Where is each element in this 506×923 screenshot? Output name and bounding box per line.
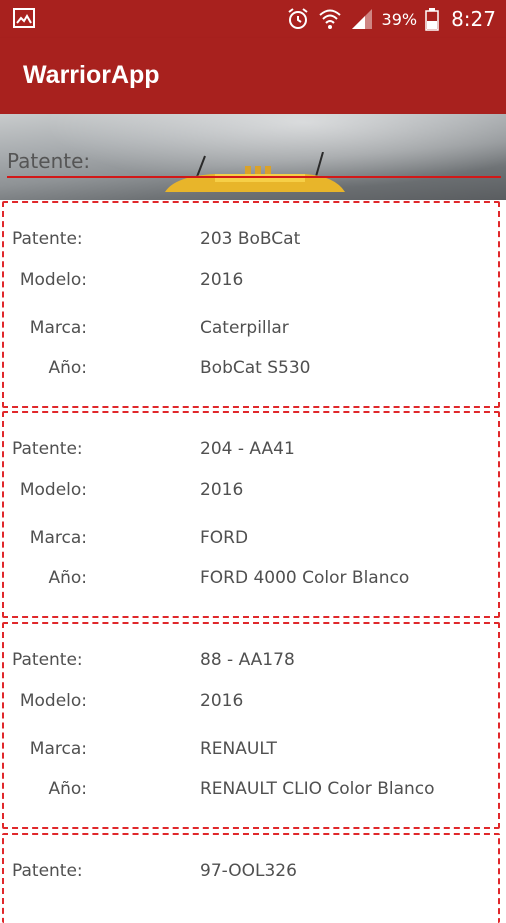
anio-label: Año: bbox=[48, 779, 87, 799]
marca-value: Caterpillar bbox=[200, 318, 289, 338]
status-bar: 39% 8:27 bbox=[0, 0, 506, 38]
modelo-value: 2016 bbox=[200, 691, 244, 711]
wifi-icon bbox=[318, 7, 342, 31]
anio-label: Año: bbox=[48, 358, 87, 378]
alarm-icon bbox=[286, 7, 310, 31]
marca-label: Marca: bbox=[29, 528, 87, 548]
modelo-label: Modelo: bbox=[19, 691, 87, 711]
battery-icon bbox=[425, 7, 439, 31]
vehicle-card[interactable]: Patente: 97-OOL326 bbox=[2, 833, 500, 923]
vehicle-card[interactable]: Patente: 88 - AA178 Modelo: 2016 Marca: … bbox=[2, 622, 500, 829]
vehicle-card[interactable]: Patente: 204 - AA41 Modelo: 2016 Marca: … bbox=[2, 411, 500, 618]
gallery-icon bbox=[13, 8, 35, 28]
patente-label: Patente: bbox=[12, 229, 83, 249]
marca-value: FORD bbox=[200, 528, 249, 548]
patente-value: 204 - AA41 bbox=[200, 439, 295, 459]
app-title: WarriorApp bbox=[23, 61, 160, 89]
patente-value: 88 - AA178 bbox=[200, 650, 295, 670]
marca-value: RENAULT bbox=[200, 739, 277, 759]
clock: 8:27 bbox=[451, 7, 496, 31]
modelo-label: Modelo: bbox=[19, 480, 87, 500]
patente-label: Patente: bbox=[12, 439, 83, 459]
app-bar: WarriorApp bbox=[0, 38, 506, 114]
patente-value: 203 BoBCat bbox=[200, 229, 301, 249]
battery-percent: 39% bbox=[381, 9, 418, 29]
signal-icon bbox=[350, 7, 374, 31]
marca-label: Marca: bbox=[29, 739, 87, 759]
patente-label: Patente: bbox=[12, 650, 83, 670]
modelo-value: 2016 bbox=[200, 480, 244, 500]
modelo-value: 2016 bbox=[200, 270, 244, 290]
anio-label: Año: bbox=[48, 568, 87, 588]
modelo-label: Modelo: bbox=[19, 270, 87, 290]
vehicle-card[interactable]: Patente: 203 BoBCat Modelo: 2016 Marca: … bbox=[2, 201, 500, 408]
marca-label: Marca: bbox=[29, 318, 87, 338]
patente-value: 97-OOL326 bbox=[200, 861, 297, 881]
patente-search-input[interactable] bbox=[7, 146, 501, 178]
patente-label: Patente: bbox=[12, 861, 83, 881]
anio-value: RENAULT CLIO Color Blanco bbox=[200, 779, 435, 799]
anio-value: BobCat S530 bbox=[200, 358, 311, 378]
anio-value: FORD 4000 Color Blanco bbox=[200, 568, 410, 588]
